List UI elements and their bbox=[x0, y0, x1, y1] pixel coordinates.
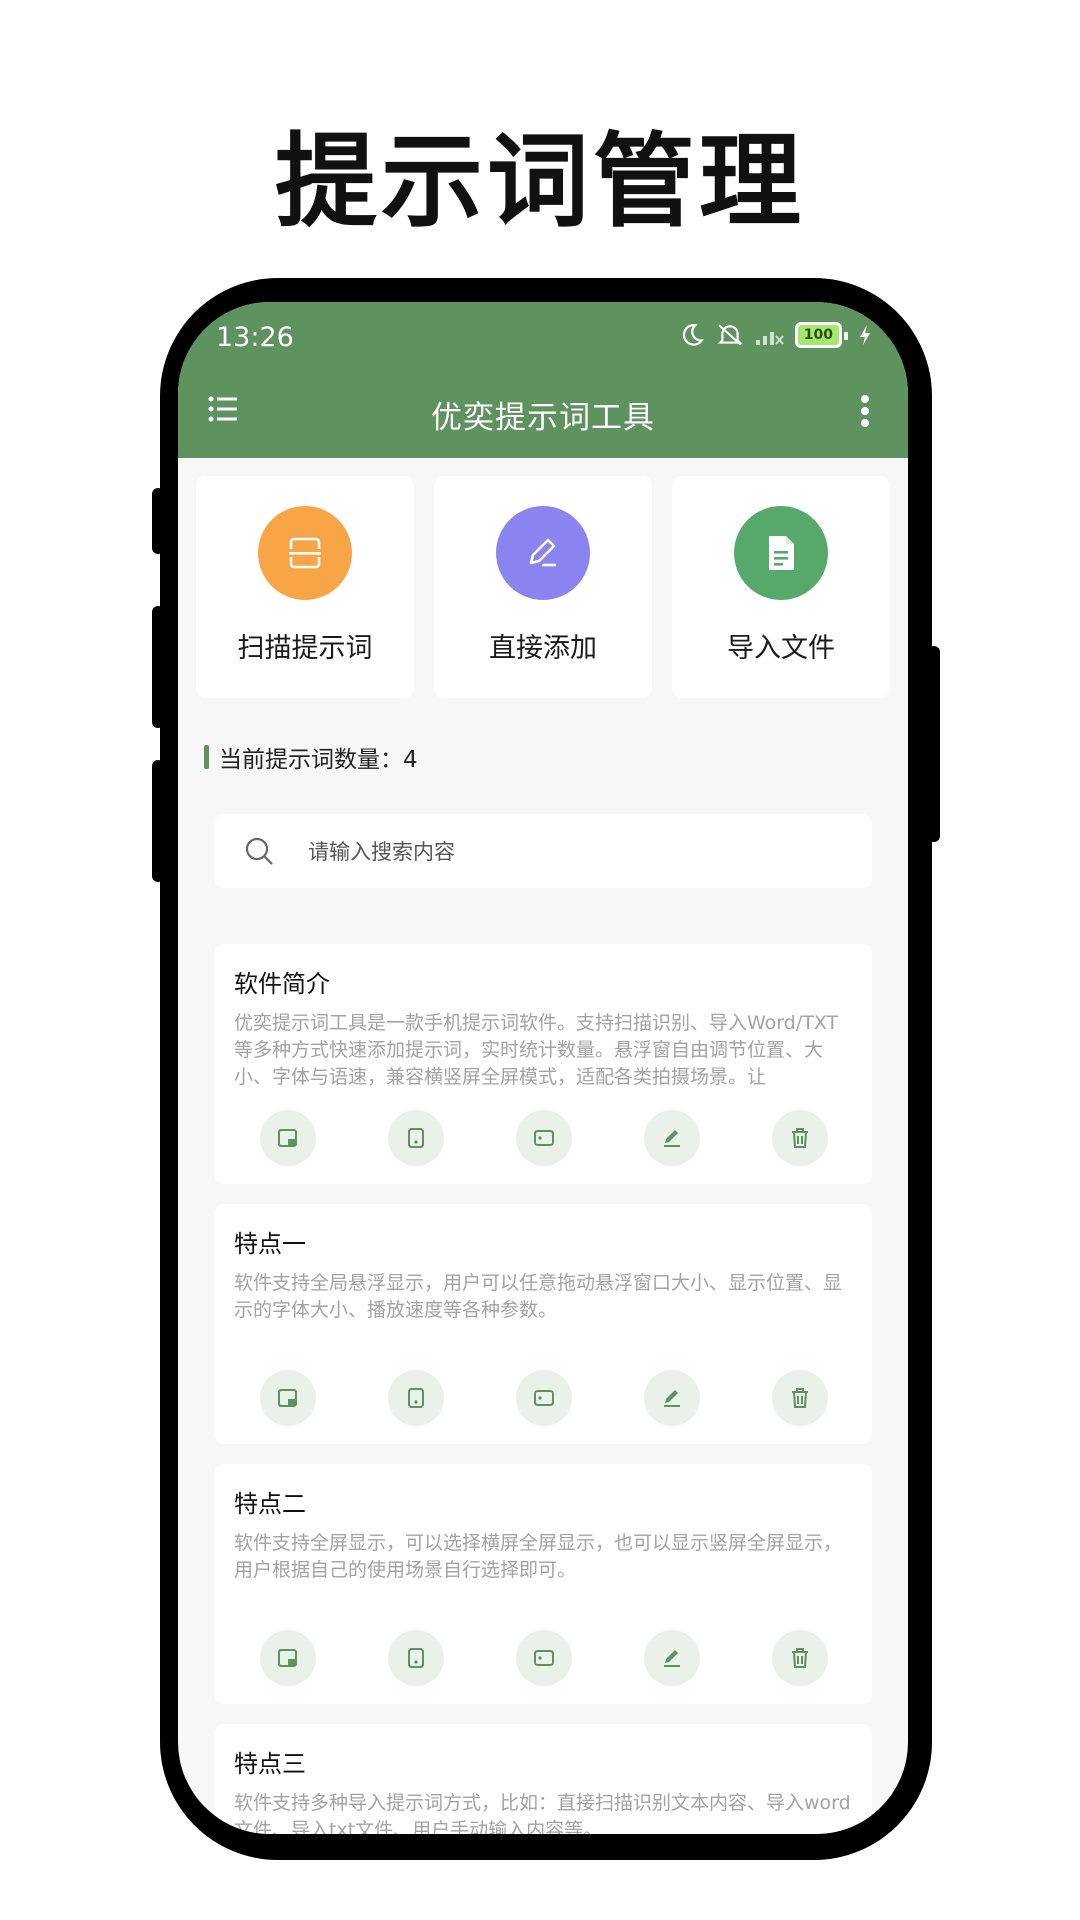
prompt-body: 优奕提示词工具是一款手机提示词软件。支持扫描识别、导入Word/TXT等多种方式… bbox=[234, 1012, 839, 1088]
direct-add-button[interactable]: 直接添加 bbox=[434, 476, 652, 698]
float-window-button[interactable] bbox=[260, 1630, 316, 1686]
mute-bell-icon bbox=[715, 322, 745, 348]
scan-prompt-button[interactable]: 扫描提示词 bbox=[196, 476, 414, 698]
direct-add-label: 直接添加 bbox=[489, 633, 597, 664]
landscape-fullscreen-icon bbox=[532, 1646, 556, 1670]
delete-icon bbox=[788, 1126, 812, 1150]
scan-icon bbox=[258, 506, 352, 600]
delete-button[interactable] bbox=[772, 1630, 828, 1686]
prompt-card[interactable]: 特点一软件支持全局悬浮显示，用户可以任意拖动悬浮窗口大小、显示位置、显示的字体大… bbox=[214, 1204, 872, 1444]
prompt-body: 软件支持多种导入提示词方式，比如：直接扫描识别文本内容、导入word文件、导入t… bbox=[234, 1792, 851, 1834]
prompt-title: 特点一 bbox=[234, 1230, 306, 1258]
portrait-fullscreen-button[interactable] bbox=[388, 1630, 444, 1686]
prompt-card[interactable]: 软件简介优奕提示词工具是一款手机提示词软件。支持扫描识别、导入Word/TXT等… bbox=[214, 944, 872, 1184]
portrait-fullscreen-icon bbox=[404, 1126, 428, 1150]
scan-prompt-label: 扫描提示词 bbox=[237, 633, 373, 664]
prompt-title: 特点二 bbox=[234, 1490, 306, 1518]
portrait-fullscreen-icon bbox=[404, 1386, 428, 1410]
prompt-actions bbox=[260, 1370, 828, 1426]
float-window-icon bbox=[276, 1646, 300, 1670]
app-bar: 13:26 100 优奕提示词工具 bbox=[178, 302, 908, 458]
prompt-card[interactable]: 特点二软件支持全屏显示，可以选择横屏全屏显示，也可以显示竖屏全屏显示，用户根据自… bbox=[214, 1464, 872, 1704]
landscape-fullscreen-icon bbox=[532, 1386, 556, 1410]
import-file-label: 导入文件 bbox=[727, 633, 835, 664]
prompt-title: 特点三 bbox=[234, 1750, 306, 1778]
landscape-fullscreen-button[interactable] bbox=[516, 1110, 572, 1166]
delete-button[interactable] bbox=[772, 1110, 828, 1166]
pencil-icon bbox=[496, 506, 590, 600]
more-options-icon[interactable] bbox=[860, 394, 870, 432]
float-window-icon bbox=[276, 1386, 300, 1410]
landscape-fullscreen-button[interactable] bbox=[516, 1630, 572, 1686]
search-icon bbox=[244, 836, 274, 870]
edit-button[interactable] bbox=[644, 1370, 700, 1426]
moon-icon bbox=[679, 322, 705, 348]
prompt-actions bbox=[260, 1630, 828, 1686]
landscape-fullscreen-button[interactable] bbox=[516, 1370, 572, 1426]
battery-indicator: 100 bbox=[794, 322, 849, 348]
import-file-button[interactable]: 导入文件 bbox=[672, 476, 890, 698]
toolbar-title: 优奕提示词工具 bbox=[431, 400, 655, 436]
edit-icon bbox=[660, 1646, 684, 1670]
promo-title: 提示词管理 bbox=[275, 123, 805, 242]
portrait-fullscreen-button[interactable] bbox=[388, 1110, 444, 1166]
search-bar[interactable] bbox=[214, 814, 872, 888]
count-accent-bar bbox=[204, 745, 209, 769]
edit-icon bbox=[660, 1386, 684, 1410]
portrait-fullscreen-button[interactable] bbox=[388, 1370, 444, 1426]
charging-icon bbox=[858, 324, 872, 346]
prompt-card[interactable]: 特点三软件支持多种导入提示词方式，比如：直接扫描识别文本内容、导入word文件、… bbox=[214, 1724, 872, 1834]
status-time: 13:26 bbox=[216, 322, 294, 353]
document-icon bbox=[734, 506, 828, 600]
portrait-fullscreen-icon bbox=[404, 1646, 428, 1670]
prompt-count-text: 当前提示词数量：4 bbox=[219, 747, 418, 773]
app-screen: 13:26 100 优奕提示词工具 扫描提示词 直接添加 导入文件 当前提示词数… bbox=[178, 302, 908, 1834]
delete-button[interactable] bbox=[772, 1370, 828, 1426]
prompt-title: 软件简介 bbox=[234, 970, 330, 998]
search-input[interactable] bbox=[306, 832, 850, 872]
status-icons: 100 bbox=[679, 322, 872, 348]
float-window-button[interactable] bbox=[260, 1110, 316, 1166]
float-window-button[interactable] bbox=[260, 1370, 316, 1426]
prompt-count: 当前提示词数量：4 bbox=[204, 740, 418, 774]
edit-button[interactable] bbox=[644, 1630, 700, 1686]
float-window-icon bbox=[276, 1126, 300, 1150]
prompt-body: 软件支持全屏显示，可以选择横屏全屏显示，也可以显示竖屏全屏显示，用户根据自己的使… bbox=[234, 1532, 843, 1581]
delete-icon bbox=[788, 1386, 812, 1410]
delete-icon bbox=[788, 1646, 812, 1670]
prompt-actions bbox=[260, 1110, 828, 1166]
edit-button[interactable] bbox=[644, 1110, 700, 1166]
edit-icon bbox=[660, 1126, 684, 1150]
prompt-body: 软件支持全局悬浮显示，用户可以任意拖动悬浮窗口大小、显示位置、显示的字体大小、播… bbox=[234, 1272, 843, 1321]
landscape-fullscreen-icon bbox=[532, 1126, 556, 1150]
signal-icon bbox=[755, 324, 785, 346]
